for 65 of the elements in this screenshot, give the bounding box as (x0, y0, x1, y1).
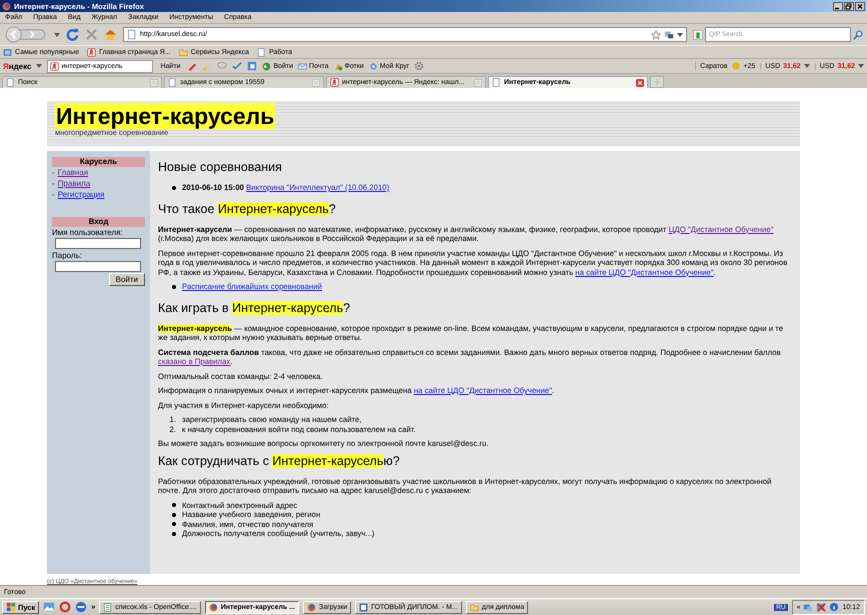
envelope-icon (298, 62, 308, 70)
sidebar-link[interactable]: Правила (58, 178, 90, 189)
sidebar-heading: Карусель (52, 157, 145, 167)
network-icon[interactable] (803, 602, 814, 612)
pencil-icon[interactable] (187, 61, 198, 71)
star-icon[interactable] (651, 30, 661, 40)
yandex-logo[interactable]: Яндекс (3, 62, 32, 70)
bullet-icon (172, 512, 176, 517)
page-icon (257, 48, 266, 56)
disconnected-icon[interactable] (816, 602, 826, 612)
bullet-icon (172, 522, 176, 526)
section-heading: Что такое Интернет-карусель? (158, 202, 337, 216)
globe-icon (307, 602, 316, 612)
home-button[interactable] (104, 28, 117, 41)
section-heading: Как сотрудничать с Интернет-каруселью? (158, 454, 401, 468)
engine-icon[interactable] (693, 30, 703, 40)
document-icon (359, 602, 368, 612)
bullet-icon (172, 503, 176, 508)
password-field[interactable] (55, 261, 141, 272)
letter-icon (330, 78, 339, 87)
flag-icon (6, 602, 16, 612)
section-heading: Новые соревнования (158, 160, 283, 174)
page-icon (127, 29, 137, 40)
bullet-icon (172, 532, 176, 536)
desktop-icon[interactable] (43, 601, 56, 613)
field-label: Имя пользователя: (52, 228, 124, 238)
maximize-button[interactable] (844, 2, 854, 10)
sun-icon (730, 61, 740, 71)
bullet-icon (172, 186, 176, 190)
window-icon (3, 48, 12, 56)
caret-icon[interactable] (858, 64, 864, 68)
check-icon[interactable] (232, 61, 242, 71)
close-button[interactable] (855, 2, 865, 10)
letter-icon (50, 62, 60, 70)
gear-icon[interactable] (414, 61, 424, 71)
globe-icon (2, 2, 11, 10)
minimize-button[interactable] (833, 2, 843, 10)
username-field[interactable] (55, 238, 141, 249)
bullet-icon (172, 284, 176, 289)
globe-icon (208, 602, 218, 612)
spreadsheet-icon (103, 602, 112, 612)
translate-icon[interactable] (247, 61, 258, 71)
login-button[interactable]: Войти (108, 273, 145, 286)
caret-icon[interactable] (804, 64, 810, 68)
stop-button[interactable] (85, 28, 98, 41)
sidebar-link[interactable]: Главная (58, 167, 88, 178)
folder-icon (470, 602, 479, 612)
caret-icon[interactable] (36, 64, 42, 68)
sidebar-heading: Вход (52, 217, 145, 227)
search-icon[interactable] (853, 30, 863, 40)
section-heading: Как играть в Интернет-карусель? (158, 300, 352, 314)
site-title: Интернет-карусель (55, 103, 276, 129)
list-marker: - (52, 167, 55, 178)
caret-icon[interactable] (54, 32, 60, 36)
field-label: Пароль: (52, 251, 83, 261)
caret-icon[interactable] (677, 32, 683, 36)
info-icon[interactable] (829, 602, 840, 612)
list-marker: - (52, 178, 55, 189)
list-marker: - (52, 189, 55, 200)
sidebar-link[interactable]: Регистрация (58, 189, 104, 200)
back-forward-buttons[interactable] (4, 26, 48, 43)
browser-icon[interactable] (75, 601, 88, 613)
speech-bubble-icon[interactable] (217, 61, 228, 71)
reload-button[interactable] (66, 28, 79, 41)
triangle-icon (334, 62, 342, 70)
